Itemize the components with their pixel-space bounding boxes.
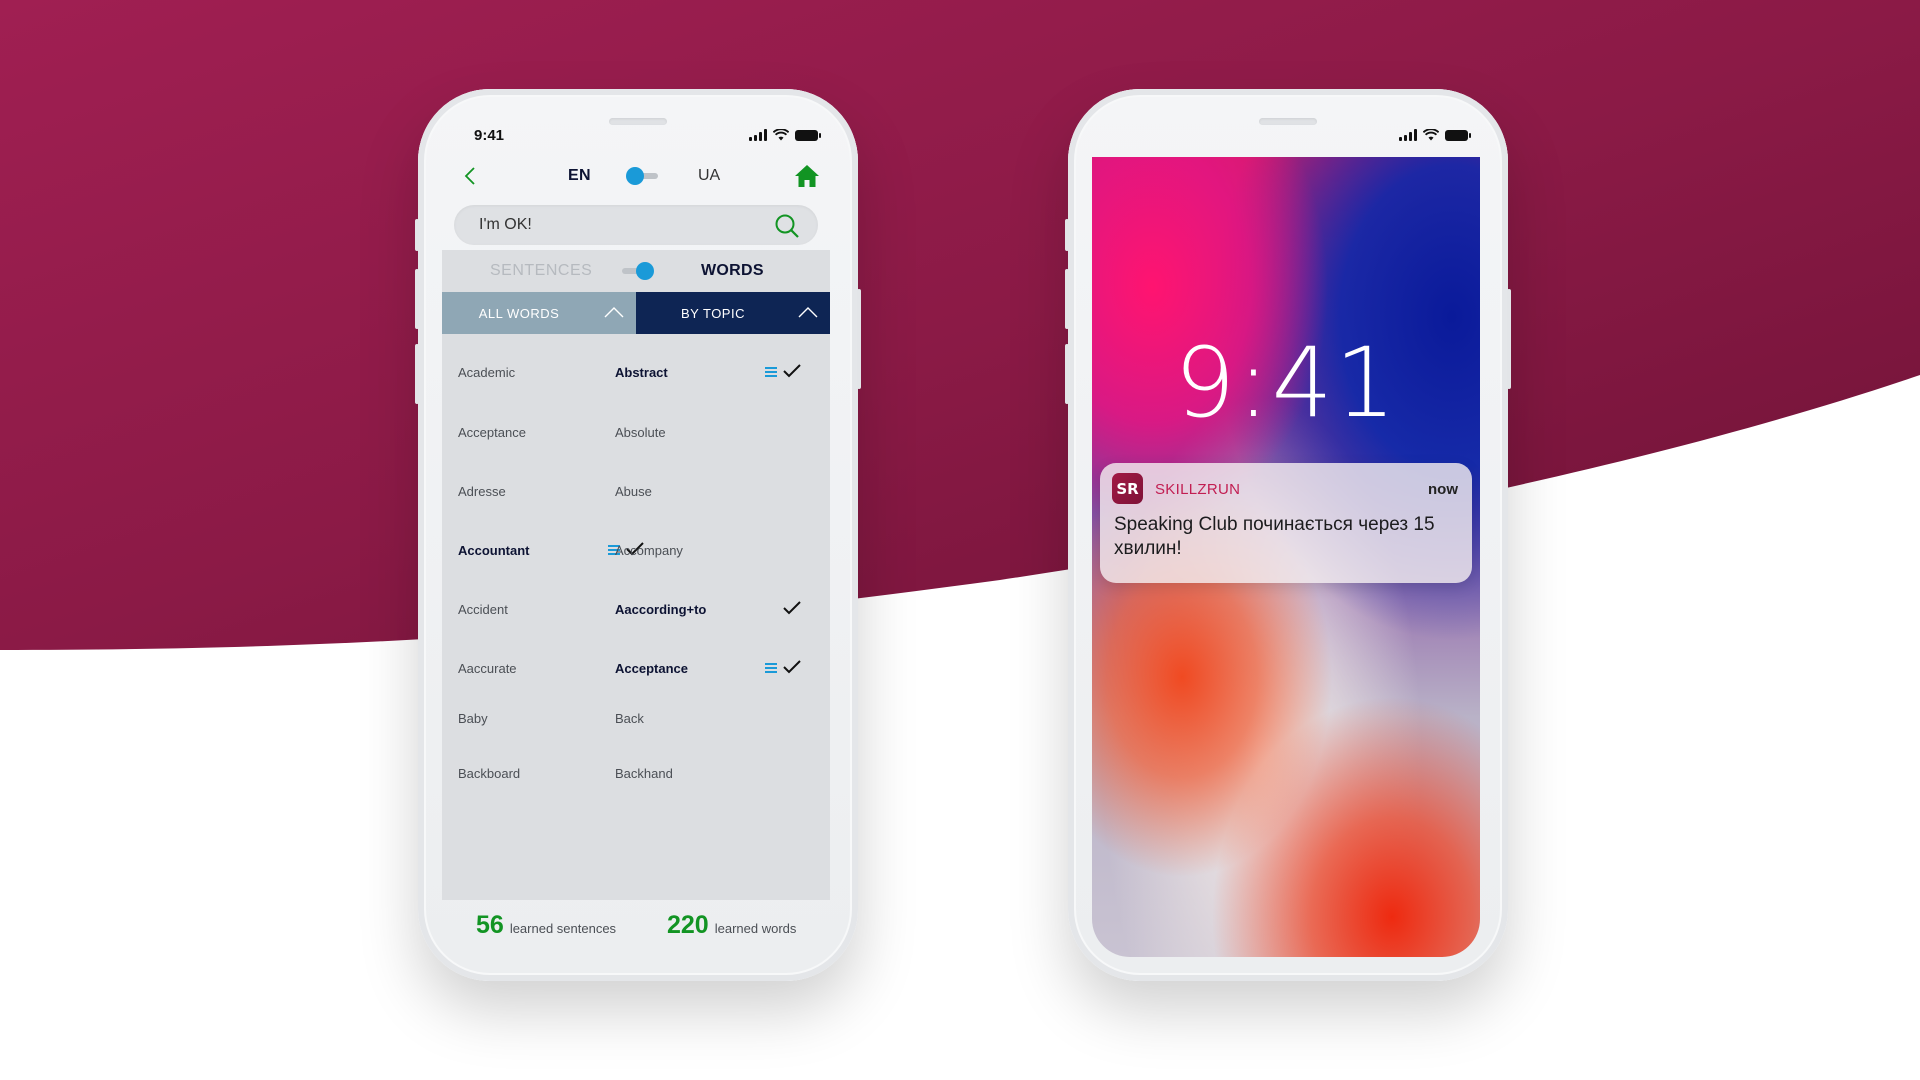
notification-message: Speaking Club починається через 15 хвили… bbox=[1114, 514, 1435, 559]
volume-down-button bbox=[1065, 344, 1069, 404]
toggle-knob bbox=[636, 262, 654, 280]
word-label: Back bbox=[615, 710, 644, 726]
word-label: Acceptance bbox=[458, 424, 526, 440]
stat-number: 220 bbox=[667, 911, 709, 939]
background-wave bbox=[0, 0, 1920, 650]
search-input[interactable] bbox=[479, 205, 759, 245]
word-label: Accountant bbox=[458, 542, 530, 558]
mode-toggle[interactable] bbox=[622, 262, 654, 280]
search-icon[interactable] bbox=[774, 213, 800, 239]
word-label: Aaccording+to bbox=[615, 601, 707, 617]
chevron-up-icon bbox=[604, 307, 624, 318]
language-to: UA bbox=[698, 167, 721, 184]
stat-number: 56 bbox=[476, 911, 504, 939]
word-list-item[interactable]: Aaccording+to bbox=[615, 594, 809, 624]
word-label: Baby bbox=[458, 710, 488, 726]
mockup-stage: 9:41 EN UA I'm OK! SENTENCES WORDS ALL W… bbox=[0, 0, 1920, 1080]
word-list-app: EN UA SENTENCES WORDS bbox=[442, 89, 830, 981]
push-notification[interactable]: SR SKILLZRUN now Speaking Club починаєть… bbox=[1100, 463, 1472, 583]
word-label: Adresse bbox=[458, 483, 506, 499]
word-list-item[interactable]: Backhand bbox=[615, 758, 809, 788]
wifi-icon bbox=[1423, 129, 1439, 141]
toggle-knob bbox=[626, 167, 644, 185]
battery-icon bbox=[1445, 129, 1471, 141]
signal-icon bbox=[1399, 129, 1417, 141]
word-list-item[interactable]: Abstract bbox=[615, 357, 809, 387]
stat-words: 220 learned words bbox=[667, 911, 796, 940]
phone-right: 9:41 SR SKILLZRUN now Speaking Club почи… bbox=[1065, 89, 1511, 981]
word-list: Academic Acceptance Adresse Accountant Accid… bbox=[442, 334, 830, 900]
tab-label: BY TOPIC bbox=[681, 305, 745, 321]
mute-switch bbox=[415, 219, 419, 251]
checkmark-icon[interactable] bbox=[783, 600, 801, 616]
mode-words-label[interactable]: WORDS bbox=[701, 262, 764, 280]
top-nav: EN UA bbox=[442, 157, 830, 197]
stat-label: learned sentences bbox=[509, 921, 617, 936]
checkmark-icon[interactable] bbox=[783, 363, 801, 379]
tab-all-words[interactable]: ALL WORDS bbox=[442, 292, 636, 334]
stat-label: learned words bbox=[714, 921, 797, 936]
word-label: Accompany bbox=[615, 542, 683, 558]
word-list-item[interactable]: Back bbox=[615, 703, 809, 733]
menu-lines-icon[interactable] bbox=[765, 663, 777, 673]
learned-stats: 56 learned sentences 220 learned words bbox=[442, 911, 830, 951]
stat-sentences: 56 learned sentences bbox=[476, 911, 616, 940]
mode-switch-bar: SENTENCES WORDS bbox=[442, 250, 830, 292]
chevron-up-icon bbox=[798, 307, 818, 318]
volume-up-button bbox=[415, 269, 419, 329]
word-list-item[interactable]: Absolute bbox=[615, 417, 809, 447]
word-label: Acceptance bbox=[615, 660, 688, 676]
volume-down-button bbox=[415, 344, 419, 404]
word-filter-tabs: ALL WORDS BY TOPIC bbox=[442, 292, 830, 334]
lock-screen-clock: 9:41 bbox=[1174, 327, 1398, 439]
chevron-left-icon[interactable] bbox=[460, 165, 482, 187]
word-label: Aaccurate bbox=[458, 660, 517, 676]
volume-up-button bbox=[1065, 269, 1069, 329]
notification-app-name: SKILLZRUN bbox=[1155, 481, 1241, 498]
language-toggle[interactable] bbox=[626, 167, 658, 185]
word-list-item[interactable]: Abuse bbox=[615, 476, 809, 506]
language-from: EN bbox=[568, 167, 591, 184]
lock-screen: 9:41 SR SKILLZRUN now Speaking Club почи… bbox=[1092, 157, 1480, 957]
tab-by-topic[interactable]: BY TOPIC bbox=[636, 292, 830, 334]
word-label: Backhand bbox=[615, 765, 673, 781]
search-bar bbox=[454, 205, 818, 245]
word-list-item[interactable]: Acceptance bbox=[615, 653, 809, 683]
tab-label: ALL WORDS bbox=[478, 305, 560, 321]
word-label: Abuse bbox=[615, 483, 652, 499]
power-button bbox=[857, 289, 861, 389]
word-label: Accident bbox=[458, 601, 508, 617]
mute-switch bbox=[1065, 219, 1069, 251]
status-bar bbox=[1118, 125, 1471, 149]
phone-left: 9:41 EN UA I'm OK! SENTENCES WORDS ALL W… bbox=[415, 89, 861, 981]
power-button bbox=[1507, 289, 1511, 389]
word-label: Academic bbox=[458, 364, 516, 380]
word-label: Abstract bbox=[615, 364, 668, 380]
speaker-grille bbox=[1259, 118, 1317, 125]
word-label: Backboard bbox=[458, 765, 521, 781]
mode-sentences-label[interactable]: SENTENCES bbox=[490, 262, 592, 280]
word-label: Absolute bbox=[615, 424, 666, 440]
checkmark-icon[interactable] bbox=[783, 659, 801, 675]
menu-lines-icon[interactable] bbox=[765, 367, 777, 377]
home-icon[interactable] bbox=[794, 163, 820, 189]
skillzrun-logo-icon: SR bbox=[1112, 473, 1143, 504]
word-list-item[interactable]: Accompany bbox=[615, 535, 809, 565]
notification-time: now bbox=[1428, 481, 1458, 498]
